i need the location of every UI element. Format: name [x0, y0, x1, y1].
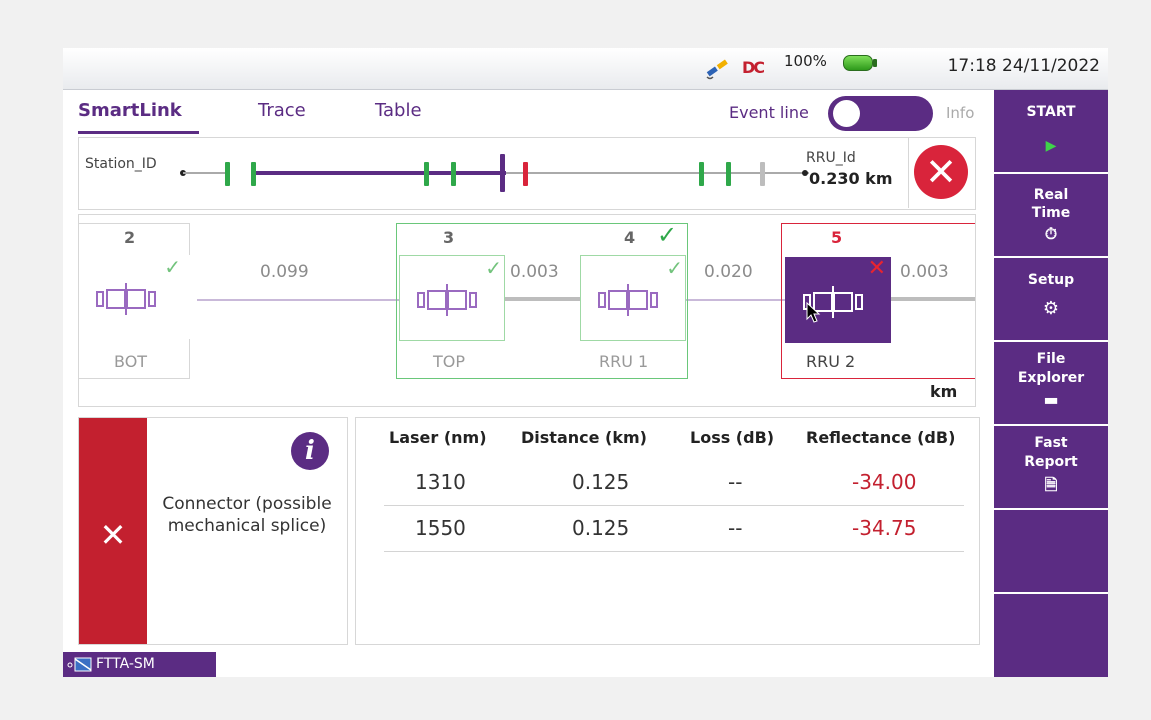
cell-reflectance: -34.00 — [852, 470, 917, 494]
bottom-bar — [216, 652, 994, 677]
event-marker — [760, 162, 765, 186]
link-end-point — [802, 170, 808, 176]
distance-unit: km — [930, 382, 958, 401]
event-number: 4 — [624, 228, 636, 247]
setup-button[interactable]: Setup ⚙ — [994, 258, 1108, 342]
event-number: 3 — [443, 228, 455, 247]
link-status: ✕ — [908, 138, 975, 208]
tab-trace[interactable]: Trace — [258, 100, 306, 121]
event-node-rru2-selected[interactable]: ✕ — [785, 256, 891, 343]
status-bar: DC 100% 17:18 24/11/2022 — [63, 48, 1108, 90]
event-number: 2 — [124, 228, 136, 247]
cell-reflectance: -34.75 — [852, 516, 917, 540]
active-tab-indicator — [78, 131, 199, 134]
ftta-icon — [67, 657, 92, 672]
setup-label: Setup — [1027, 272, 1075, 288]
event-node-bot[interactable]: ✓ — [93, 255, 197, 339]
app-badge[interactable]: FTTA-SM — [63, 652, 216, 677]
segment-distance: 0.003 — [510, 262, 559, 282]
screen: DC 100% 17:18 24/11/2022 SmartLink Trace… — [63, 48, 1108, 677]
empty-soft-key[interactable] — [994, 510, 1108, 594]
event-marker — [451, 162, 456, 186]
column-header: Laser (nm) — [389, 428, 487, 447]
mouse-cursor-icon — [806, 302, 821, 323]
report-icon: 🗎 — [1044, 475, 1058, 494]
satellite-icon — [706, 59, 728, 80]
event-label: TOP — [433, 352, 466, 371]
event-description: Connector (possible mechanical splice) — [162, 494, 332, 536]
file-explorer-button[interactable]: File Explorer ▬ — [994, 342, 1108, 426]
link-trace — [180, 154, 809, 192]
fail-x-icon: ✕ — [867, 256, 886, 281]
segment-distance: 0.099 — [260, 262, 309, 282]
tab-table[interactable]: Table — [375, 100, 422, 121]
connector-icon — [96, 283, 156, 315]
pass-check-icon: ✓ — [657, 221, 678, 249]
event-results-table: Laser (nm) Distance (km) Loss (dB) Refle… — [355, 417, 980, 645]
smartlink-diagram: 2 3 4 5 ✓ ✓ ✓ ✓ ✕ 0.099 0.003 0.020 0.00… — [78, 214, 976, 407]
cell-loss: -- — [728, 470, 743, 494]
fail-x-icon: ✕ — [99, 516, 127, 554]
cell-laser: 1550 — [415, 516, 466, 540]
column-header: Loss (dB) — [690, 428, 775, 447]
event-label: RRU 1 — [599, 352, 649, 371]
pass-check-icon: ✓ — [666, 256, 683, 280]
dc-power-icon: DC — [742, 58, 765, 77]
row-divider — [384, 551, 964, 552]
event-marker — [424, 162, 429, 186]
real-time-label: Real Time — [1031, 187, 1071, 221]
connector-icon — [417, 284, 477, 316]
link-overview: Station_ID RRU_Id 0.230 km ✕ — [78, 137, 976, 210]
event-line-toggle[interactable] — [828, 96, 933, 131]
battery-icon — [843, 55, 877, 71]
link-end-label: RRU_Id — [806, 150, 856, 166]
connector-icon — [598, 284, 658, 316]
gear-icon: ⚙ — [1042, 298, 1060, 319]
stopwatch-icon: ⏱ — [1044, 224, 1058, 243]
event-node-rru1[interactable]: ✓ — [580, 255, 686, 341]
side-menu: START ▶ Real Time ⏱ Setup ⚙ File Explore… — [994, 90, 1108, 677]
event-status-bar: ✕ — [79, 418, 147, 644]
clock: 17:18 24/11/2022 — [947, 56, 1100, 76]
file-explorer-label: File Explorer — [1017, 351, 1085, 386]
cell-distance: 0.125 — [572, 516, 630, 540]
event-label: RRU 2 — [806, 352, 856, 371]
fast-report-label: Fast Report — [1024, 435, 1078, 470]
start-label: START — [1026, 104, 1076, 120]
tab-smartlink[interactable]: SmartLink — [78, 100, 182, 121]
column-header: Distance (km) — [521, 428, 647, 447]
cell-laser: 1310 — [415, 470, 466, 494]
play-icon: ▶ — [1045, 138, 1057, 154]
pass-check-icon: ✓ — [485, 256, 502, 280]
event-label: BOT — [114, 352, 148, 371]
cursor-marker — [500, 154, 505, 192]
event-marker — [225, 162, 230, 186]
fail-icon[interactable]: ✕ — [914, 145, 968, 199]
event-line-label: Event line — [729, 103, 809, 122]
cell-distance: 0.125 — [572, 470, 630, 494]
event-marker — [699, 162, 704, 186]
event-number: 5 — [831, 228, 843, 247]
link-length: 0.230 km — [809, 169, 893, 188]
event-marker-fail — [523, 162, 528, 186]
info-icon[interactable]: i — [291, 432, 329, 470]
column-header: Reflectance (dB) — [806, 428, 956, 447]
event-node-top[interactable]: ✓ — [399, 255, 505, 341]
segment-distance: 0.020 — [704, 262, 753, 282]
real-time-button[interactable]: Real Time ⏱ — [994, 174, 1108, 258]
segment-distance: 0.003 — [900, 262, 949, 282]
row-divider — [384, 505, 964, 506]
toggle-knob — [833, 100, 860, 127]
pass-check-icon: ✓ — [164, 255, 181, 279]
fast-report-button[interactable]: Fast Report 🗎 — [994, 426, 1108, 510]
info-label[interactable]: Info — [946, 104, 974, 122]
start-button[interactable]: START ▶ — [994, 90, 1108, 174]
cell-loss: -- — [728, 516, 743, 540]
event-marker — [726, 162, 731, 186]
app-label: FTTA-SM — [96, 656, 155, 672]
event-detail-panel: ✕ i Connector (possible mechanical splic… — [78, 417, 348, 645]
folder-icon: ▬ — [1043, 390, 1059, 409]
battery-level: 100% — [784, 52, 827, 70]
event-marker — [251, 162, 256, 186]
